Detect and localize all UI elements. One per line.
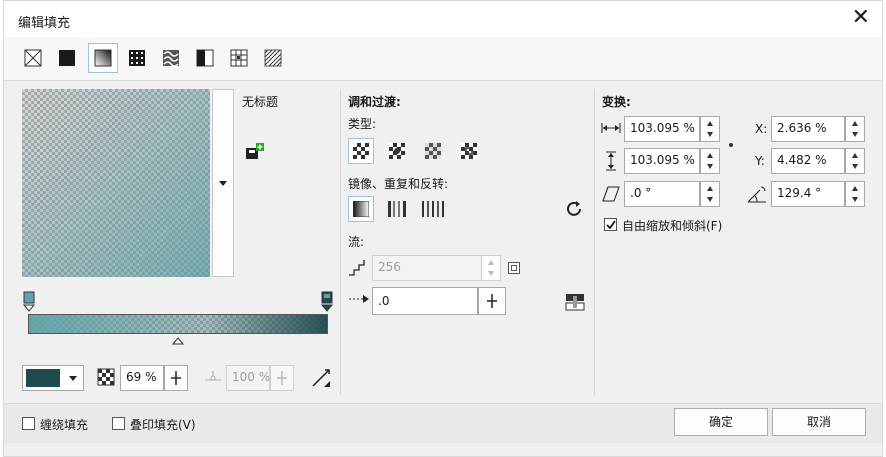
acceleration-input[interactable]: .0 (372, 287, 478, 315)
link-dimensions-icon[interactable] (728, 142, 734, 148)
slider-icon (171, 371, 181, 385)
blend-header: 调和过渡: (348, 95, 401, 109)
close-icon[interactable]: ✕ (852, 7, 870, 29)
node-position-input[interactable]: 100 % (226, 365, 270, 391)
steps-icon (349, 260, 365, 276)
fill-height-spinner[interactable] (700, 148, 720, 174)
skew-input[interactable]: .0 ° (624, 181, 700, 207)
rectangular-fountain-icon[interactable] (461, 143, 477, 159)
elliptical-fountain-icon[interactable] (389, 143, 405, 159)
fill-name-label: 无标题 (242, 95, 279, 109)
opacity-slider-button[interactable] (164, 365, 188, 391)
fill-height-input[interactable]: 103.095 % (624, 148, 700, 174)
mirror-gradient-icon[interactable] (388, 201, 408, 217)
overprint-fill-checkbox[interactable] (112, 417, 125, 430)
wrap-fill-label: 缠绕填充 (40, 418, 89, 432)
free-scale-label: 自由缩放和倾斜(F) (622, 219, 723, 233)
title-bar: 编辑填充 ✕ (4, 1, 882, 37)
rotation-input[interactable]: 129.4 ° (771, 181, 845, 207)
end-color-node[interactable] (320, 291, 334, 313)
fill-type-toolbar (4, 37, 882, 81)
y-offset-input[interactable]: 4.482 % (771, 148, 845, 174)
mirror-repeat-label: 镜像、重复和反转: (348, 177, 449, 191)
default-fill-button[interactable] (348, 196, 374, 222)
wrap-fill-checkbox[interactable] (22, 417, 35, 430)
midpoint-icon (205, 371, 221, 381)
acceleration-icon (349, 295, 369, 303)
overprint-fill-label: 叠印填充(V) (130, 418, 196, 432)
dialog-title: 编辑填充 (18, 16, 71, 31)
rotation-spinner[interactable] (845, 181, 865, 207)
chevron-down-icon (219, 181, 227, 186)
midpoint-marker-icon[interactable] (172, 337, 184, 345)
save-fill-icon[interactable] (245, 143, 265, 161)
fill-preview (22, 89, 210, 277)
free-scale-checkbox[interactable] (604, 218, 617, 231)
y-label: Y: (755, 154, 765, 168)
flow-label: 流: (348, 235, 365, 249)
fill-width-spinner[interactable] (700, 116, 720, 142)
fill-width-input[interactable]: 103.095 % (624, 116, 700, 142)
type-label: 类型: (348, 117, 377, 131)
gradient-bar[interactable] (28, 314, 328, 334)
fill-picker-dropdown[interactable] (212, 89, 234, 277)
two-color-pattern-icon[interactable] (196, 49, 214, 67)
no-fill-icon[interactable] (24, 49, 42, 67)
default-gradient-icon (353, 201, 369, 217)
edit-gradient-icon[interactable] (310, 367, 332, 389)
acceleration-slider-button[interactable] (478, 287, 506, 315)
y-offset-spinner[interactable] (845, 148, 865, 174)
cancel-button[interactable]: 取消 (772, 408, 866, 436)
repeat-gradient-icon[interactable] (422, 201, 444, 217)
start-color-node[interactable] (22, 291, 36, 313)
linear-fountain-icon (353, 143, 369, 159)
edit-fill-dialog: 编辑填充 ✕ 无标题 69 % 100 % 调和过渡: 类型: 镜像、重复和反转… (3, 0, 883, 457)
checkmark-icon (606, 220, 616, 230)
skew-icon (602, 186, 620, 202)
rotate-icon (747, 186, 766, 203)
node-color-picker[interactable] (22, 365, 84, 391)
color-swatch (26, 369, 60, 387)
vector-pattern-icon[interactable] (128, 49, 146, 67)
divider (340, 89, 341, 395)
chevron-down-icon (69, 376, 77, 381)
bitmap-pattern-icon[interactable] (162, 49, 180, 67)
x-offset-spinner[interactable] (845, 116, 865, 142)
width-icon (601, 123, 621, 133)
postscript-fill-icon[interactable] (264, 49, 282, 67)
x-label: X: (755, 122, 768, 136)
steps-input[interactable]: 256 (372, 255, 482, 281)
conical-fountain-icon[interactable] (425, 143, 441, 159)
slider-icon (277, 371, 287, 385)
reverse-gradient-icon[interactable] (565, 200, 583, 218)
transparency-icon (97, 368, 115, 386)
divider (594, 89, 595, 395)
transform-header: 变换: (602, 95, 631, 109)
slider-icon (487, 294, 497, 308)
uniform-fill-icon[interactable] (58, 49, 76, 67)
lock-steps-icon[interactable] (508, 262, 520, 274)
fountain-fill-selected[interactable] (88, 43, 118, 73)
linear-type-button[interactable] (348, 138, 374, 164)
node-opacity-input[interactable]: 69 % (120, 365, 164, 391)
height-icon (606, 151, 616, 171)
smooth-transition-icon[interactable] (565, 293, 585, 311)
steps-spinner[interactable] (481, 255, 501, 281)
texture-fill-icon[interactable] (230, 49, 248, 67)
ok-button[interactable]: 确定 (674, 408, 768, 436)
fountain-fill-icon (94, 49, 112, 67)
skew-spinner[interactable] (700, 181, 720, 207)
x-offset-input[interactable]: 2.636 % (771, 116, 845, 142)
position-slider-button[interactable] (270, 365, 294, 391)
